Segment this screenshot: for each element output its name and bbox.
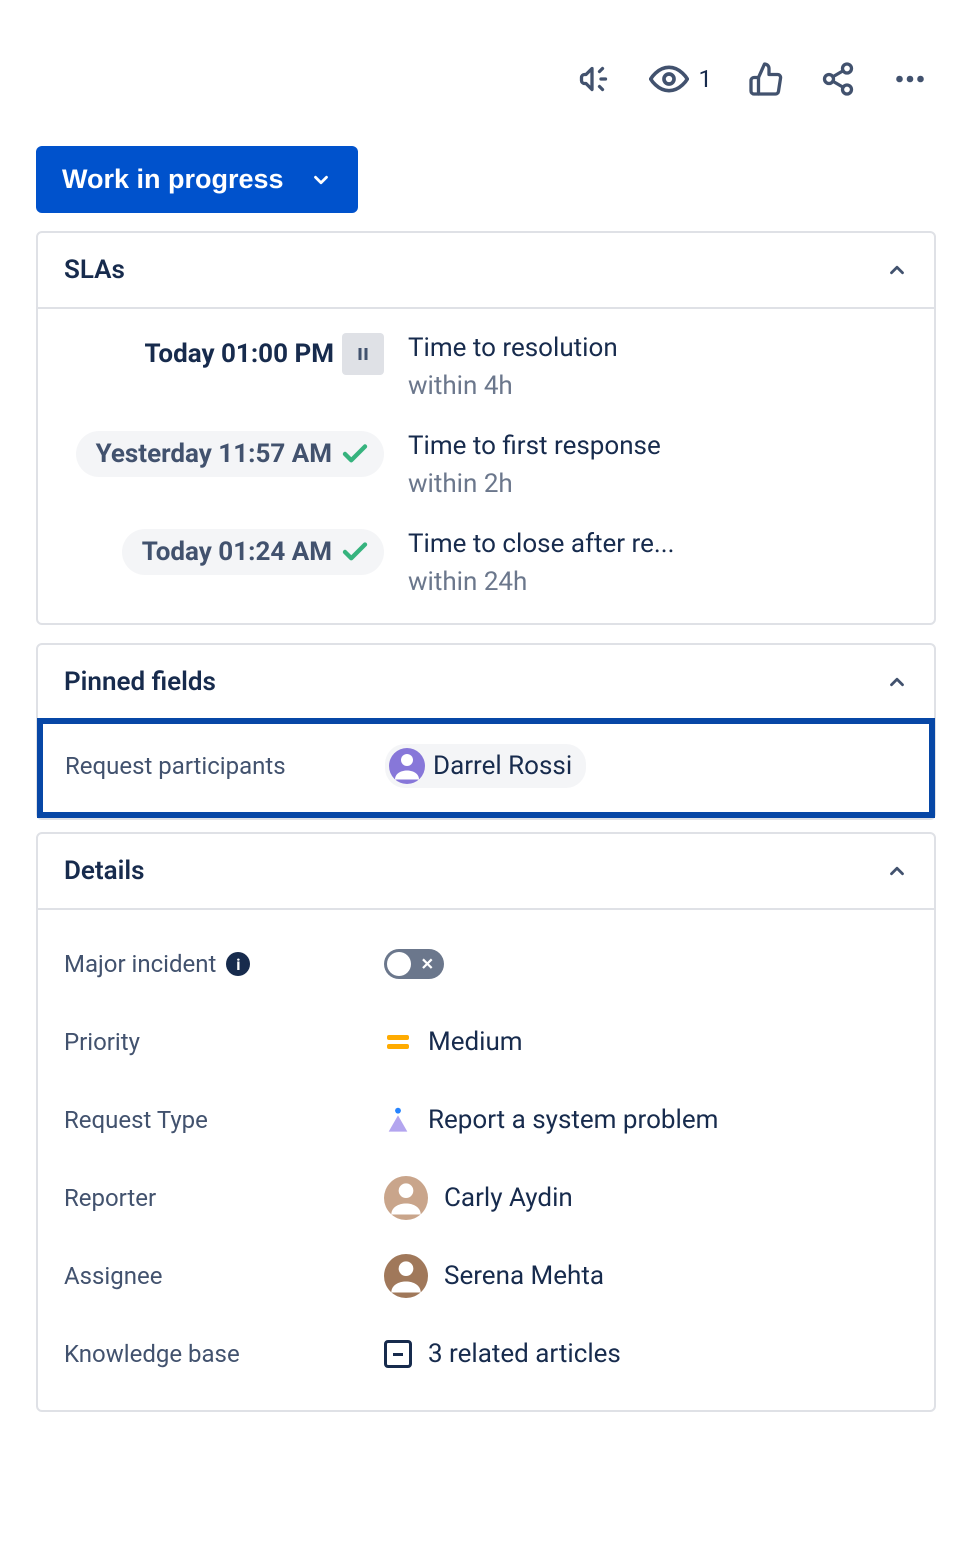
field-label: Reporter [64, 1184, 384, 1212]
details-panel-header[interactable]: Details [38, 834, 934, 910]
avatar [384, 1176, 428, 1220]
panel-title: SLAs [64, 255, 125, 285]
assignee-name: Serena Mehta [444, 1261, 604, 1291]
chevron-up-icon [886, 671, 908, 693]
sla-sub: within 4h [408, 371, 618, 401]
field-label: Request participants [65, 752, 385, 780]
slas-panel: SLAs Today 01:00 PM Time to resolution w… [36, 231, 936, 625]
sla-label: Time to first response [408, 431, 661, 461]
field-label: Request Type [64, 1106, 384, 1134]
sla-row: Yesterday 11:57 AM Time to first respons… [64, 431, 908, 499]
like-button[interactable] [748, 61, 784, 97]
sla-row: Today 01:24 AM Time to close after re...… [64, 529, 908, 597]
pause-icon [342, 333, 384, 375]
more-actions-button[interactable] [892, 61, 928, 97]
request-participants-row[interactable]: Request participants Darrel Rossi [37, 718, 935, 818]
priority-medium-icon [384, 1035, 412, 1049]
user-name: Darrel Rossi [433, 751, 572, 781]
watchers-count: 1 [699, 65, 713, 93]
info-icon[interactable]: i [226, 952, 250, 976]
sla-time: Yesterday 11:57 AM [96, 439, 332, 469]
sla-time: Today 01:00 PM [145, 339, 334, 369]
pinned-fields-panel: Pinned fields Request participants Darre… [36, 643, 936, 820]
pinned-fields-header[interactable]: Pinned fields [38, 645, 934, 719]
megaphone-icon [577, 61, 613, 97]
request-type-icon [384, 1106, 412, 1134]
field-label: Knowledge base [64, 1340, 384, 1368]
thumbs-up-icon [748, 61, 784, 97]
sla-row: Today 01:00 PM Time to resolution within… [64, 333, 908, 401]
field-label: Priority [64, 1028, 384, 1056]
panel-title: Details [64, 856, 145, 886]
request-type-value: Report a system problem [428, 1105, 718, 1135]
eye-icon [649, 59, 689, 99]
priority-value: Medium [428, 1027, 523, 1057]
sla-time: Today 01:24 AM [142, 537, 332, 567]
sla-sub: within 2h [408, 469, 661, 499]
watchers-button[interactable]: 1 [649, 59, 713, 99]
avatar [389, 748, 425, 784]
chevron-down-icon [310, 169, 332, 191]
more-icon [892, 61, 928, 97]
share-button[interactable] [820, 61, 856, 97]
slas-panel-header[interactable]: SLAs [38, 233, 934, 309]
chevron-up-icon [886, 860, 908, 882]
chevron-up-icon [886, 259, 908, 281]
field-label: Major incident [64, 950, 216, 978]
check-icon [340, 537, 370, 567]
user-chip[interactable]: Darrel Rossi [385, 744, 586, 788]
sla-label: Time to resolution [408, 333, 618, 363]
status-dropdown[interactable]: Work in progress [36, 146, 358, 213]
reporter-name: Carly Aydin [444, 1183, 573, 1213]
priority-row[interactable]: Priority Medium [64, 1012, 908, 1072]
kb-value: 3 related articles [428, 1339, 621, 1369]
sla-sub: within 24h [408, 567, 674, 597]
sla-label: Time to close after re... [408, 529, 674, 559]
book-icon [384, 1340, 412, 1368]
major-incident-toggle[interactable]: ✕ [384, 949, 444, 979]
assignee-row[interactable]: Assignee Serena Mehta [64, 1246, 908, 1306]
field-label: Assignee [64, 1262, 384, 1290]
knowledge-base-row[interactable]: Knowledge base 3 related articles [64, 1324, 908, 1384]
status-label: Work in progress [62, 164, 284, 195]
avatar [384, 1254, 428, 1298]
request-type-row[interactable]: Request Type Report a system problem [64, 1090, 908, 1150]
major-incident-row: Major incident i ✕ [64, 934, 908, 994]
share-icon [820, 61, 856, 97]
reporter-row[interactable]: Reporter Carly Aydin [64, 1168, 908, 1228]
check-icon [340, 439, 370, 469]
panel-title: Pinned fields [64, 667, 216, 697]
details-panel: Details Major incident i ✕ Priority Medi… [36, 832, 936, 1412]
feedback-button[interactable] [577, 61, 613, 97]
